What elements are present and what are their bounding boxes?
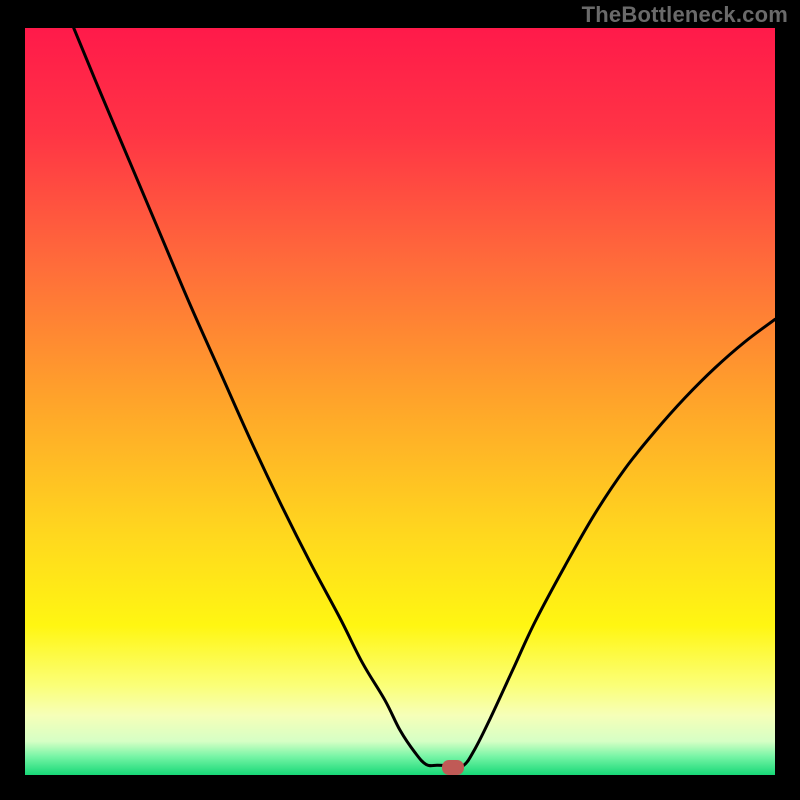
- bottleneck-chart: [25, 28, 775, 775]
- plot-area: [25, 28, 775, 775]
- attribution-text: TheBottleneck.com: [582, 2, 788, 28]
- chart-frame: TheBottleneck.com: [0, 0, 800, 800]
- optimal-point-marker: [442, 760, 464, 775]
- gradient-background: [25, 28, 775, 775]
